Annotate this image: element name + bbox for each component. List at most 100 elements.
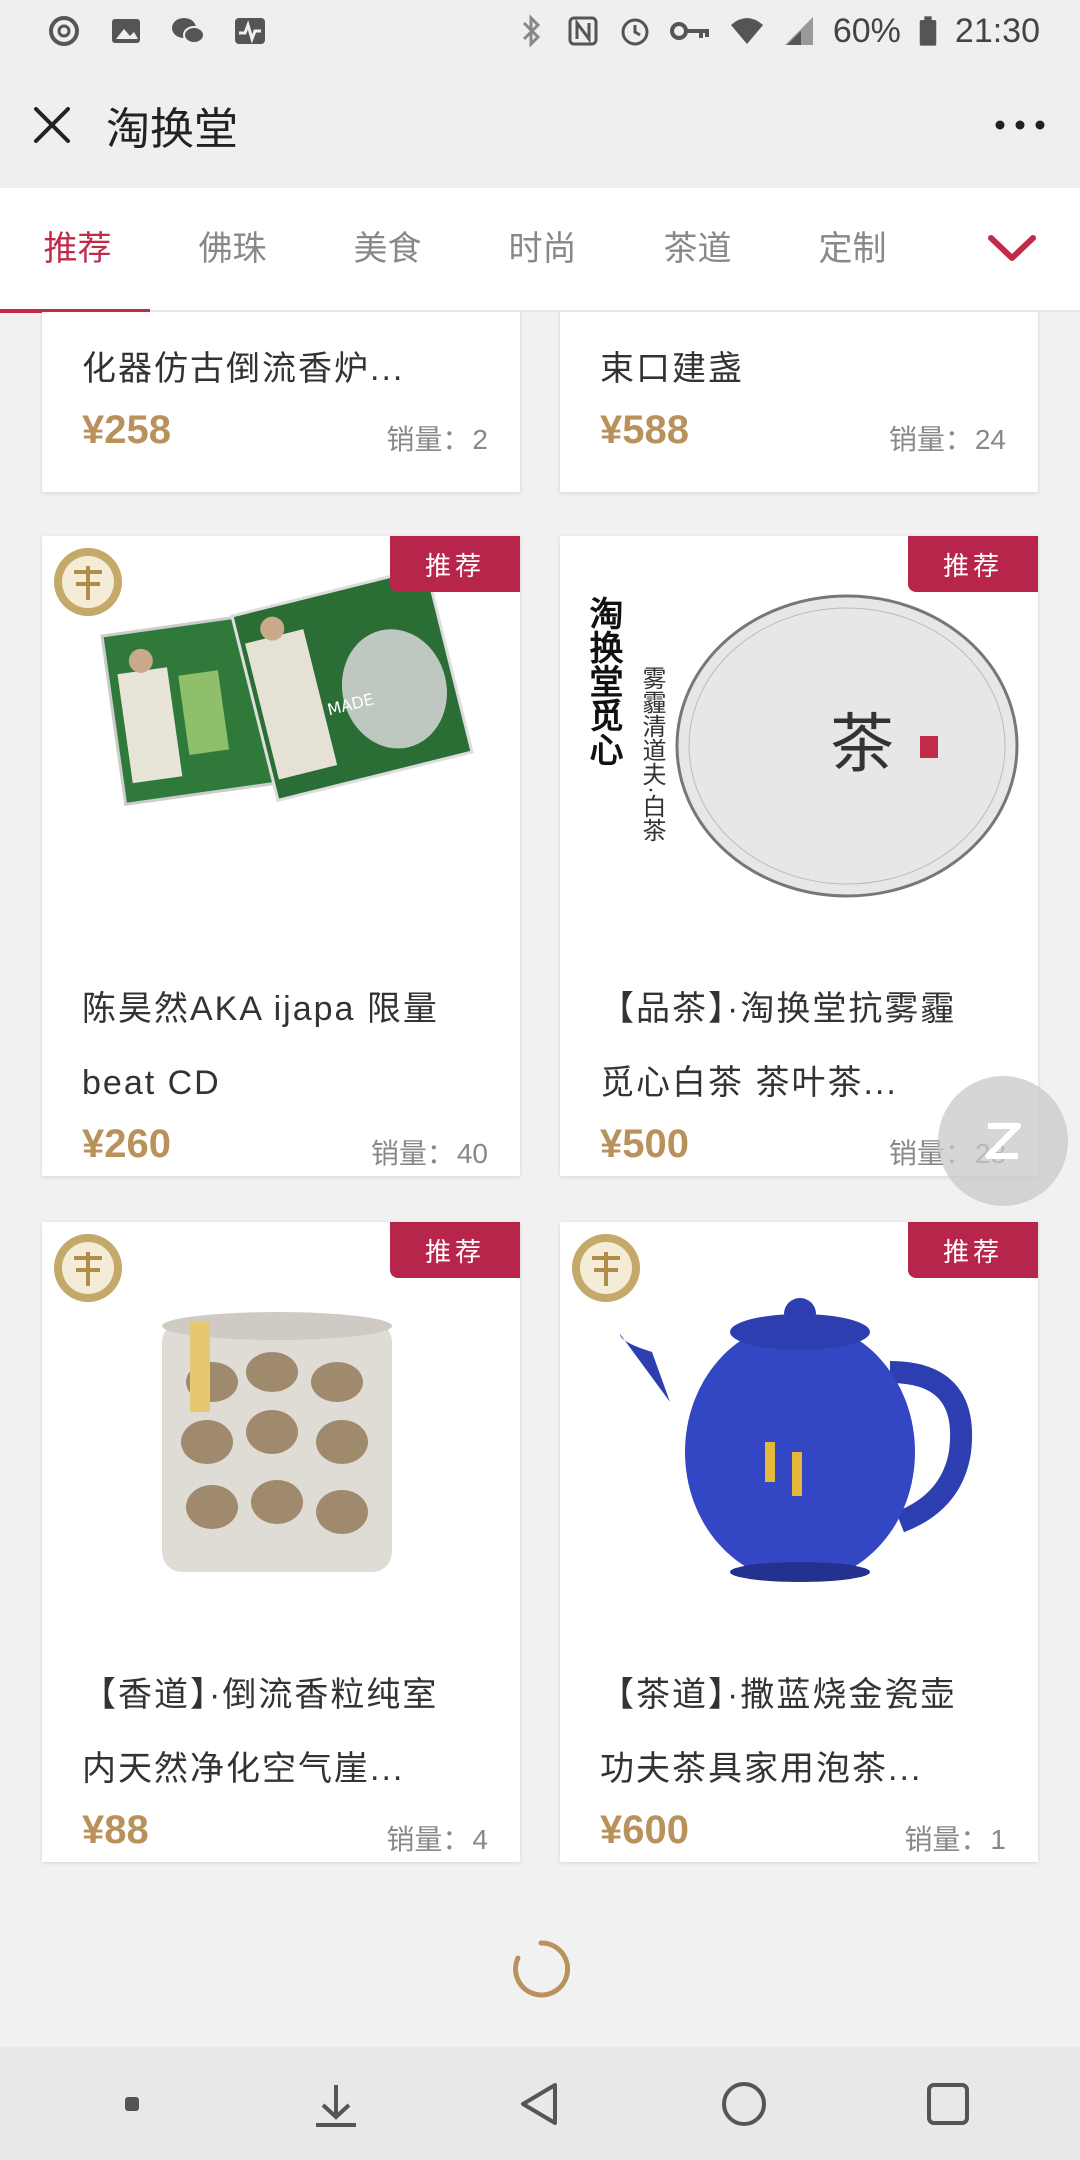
nav-hide-button[interactable] [296,2064,376,2144]
product-name: 陈昊然AKA ijapa 限量 beat CD [82,972,490,1120]
tea-image-text-right: 雾霾清道夫·白茶 [638,666,665,842]
tabs-expand-button[interactable] [982,219,1042,279]
product-name: 【茶道】·撒蓝烧金瓷壶 功夫茶具家用泡茶... [600,1658,1008,1806]
status-right: 60% 21:30 [513,12,1040,51]
tab-label: 茶道 [663,230,732,268]
sales-label: 销量： [904,1824,989,1855]
product-price: ¥88 [82,1808,149,1852]
sales-count: 1 [990,1824,1006,1855]
product-sales: 销量：1 [904,1818,1006,1858]
sleep-z-icon [985,1123,1021,1159]
product-name-line: 内天然净化空气崖... [82,1750,405,1788]
tab-fashion[interactable]: 时尚 [465,187,620,311]
product-card[interactable]: 化器仿古倒流香炉... ¥258 销量：2 [42,312,520,492]
brand-logo-icon [572,1234,640,1302]
tab-custom[interactable]: 定制 [775,187,930,311]
sales-label: 销量： [888,424,973,455]
dot-icon [125,2096,139,2111]
recommended-badge: 推荐 [390,536,520,592]
battery-icon [919,16,937,46]
wifi-icon [730,18,763,44]
tab-label: 佛珠 [198,230,267,268]
back-triangle-icon [521,2082,557,2125]
brand-logo-icon [54,548,122,616]
tab-label: 定制 [818,230,887,268]
activity-icon [235,18,265,44]
sales-label: 销量： [386,1824,471,1855]
product-name-line: beat CD [82,1064,221,1102]
wechat-icon [172,18,205,44]
status-left-icons [46,13,268,49]
nav-home-button[interactable] [704,2064,784,2144]
sales-count: 2 [472,424,488,455]
signal-icon [784,17,813,45]
vpn-key-icon [669,22,709,40]
product-card[interactable]: 束口建盏 ¥588 销量：24 [560,312,1038,492]
nfc-icon [568,16,598,46]
recommended-badge: 推荐 [390,1222,520,1278]
product-price: ¥260 [82,1122,171,1166]
product-card[interactable]: MADE 推荐 陈昊然AKA ijapa 限量 beat CD ¥260 销量：… [42,536,520,1176]
tab-recommended[interactable]: 推荐 [0,187,155,313]
product-price: ¥600 [600,1808,689,1852]
product-card[interactable]: 推荐 【香道】·倒流香粒纯室 内天然净化空气崖... ¥88 销量：4 [42,1222,520,1862]
status-bar: 60% 21:30 [0,0,1080,62]
product-name: 化器仿古倒流香炉... [82,350,405,388]
title-bar: 淘换堂 [0,62,1080,188]
product-name: 【香道】·倒流香粒纯室 内天然净化空气崖... [82,1658,490,1806]
product-name-line: 【茶道】·撒蓝烧金瓷壶 [600,1676,957,1714]
product-sales: 销量：4 [386,1818,488,1858]
netease-icon [49,16,79,46]
sales-label: 销量： [386,424,471,455]
chevron-down-icon [988,235,1036,261]
system-navigation-bar [0,2047,1080,2160]
product-sales: 销量：2 [386,418,488,458]
product-name-line: 功夫茶具家用泡茶... [600,1750,923,1788]
product-sales: 销量：40 [371,1132,488,1172]
tab-food[interactable]: 美食 [310,187,465,311]
product-image-tea-cake: 茶 [580,594,1019,898]
nav-recents-button[interactable] [908,2064,988,2144]
arrow-down-icon [316,2084,356,2127]
sales-count: 40 [456,1138,488,1169]
product-card[interactable]: 茶 淘换堂觅心 雾霾清道夫·白茶 推荐 【品茶】·淘换堂抗雾霾 觅心白茶 茶叶茶… [560,536,1038,1176]
home-circle-icon [722,2081,766,2126]
product-price: ¥588 [600,408,689,452]
product-name: 【品茶】·淘换堂抗雾霾 觅心白茶 茶叶茶... [600,972,1008,1120]
status-time: 21:30 [954,11,1040,50]
gallery-icon [112,19,140,43]
tab-tea[interactable]: 茶道 [620,187,775,311]
svg-text:茶: 茶 [830,708,894,782]
sales-count: 4 [472,1824,488,1855]
nav-back-button[interactable] [500,2064,580,2144]
more-icon [995,120,1045,130]
product-sales: 销量：24 [889,418,1006,458]
product-price: ¥500 [600,1122,689,1166]
product-price: ¥258 [82,408,171,452]
floating-action-button[interactable] [938,1076,1068,1206]
more-button[interactable] [990,95,1050,155]
tab-label: 美食 [353,230,422,268]
recommended-badge: 推荐 [908,536,1038,592]
nav-dot-button[interactable] [92,2064,172,2144]
product-name-line: 【品茶】·淘换堂抗雾霾 [600,990,957,1028]
category-tabs: 推荐 佛珠 美食 时尚 茶道 定制 [0,187,1080,313]
product-grid: 化器仿古倒流香炉... ¥258 销量：2 束口建盏 ¥588 销量：24 MA… [0,312,1080,2047]
product-name-line: 陈昊然AKA ijapa 限量 [82,990,439,1028]
tab-label: 推荐 [43,230,112,268]
product-name-line: 【香道】·倒流香粒纯室 [82,1676,439,1714]
bluetooth-icon [522,14,540,48]
page-title: 淘换堂 [106,105,238,154]
tab-prayer-beads[interactable]: 佛珠 [155,187,310,311]
product-name: 束口建盏 [600,350,744,388]
alarm-icon [621,18,649,46]
loading-spinner-icon [513,1940,571,1998]
tea-image-text-left: 淘换堂觅心 [584,596,622,766]
recents-square-icon [927,2082,969,2125]
close-button[interactable] [22,95,82,155]
sales-label: 销量： [370,1138,455,1169]
product-card[interactable]: 推荐 【茶道】·撒蓝烧金瓷壶 功夫茶具家用泡茶... ¥600 销量：1 [560,1222,1038,1862]
tab-label: 时尚 [508,230,577,268]
recommended-badge: 推荐 [908,1222,1038,1278]
battery-percentage: 60% [832,11,901,50]
